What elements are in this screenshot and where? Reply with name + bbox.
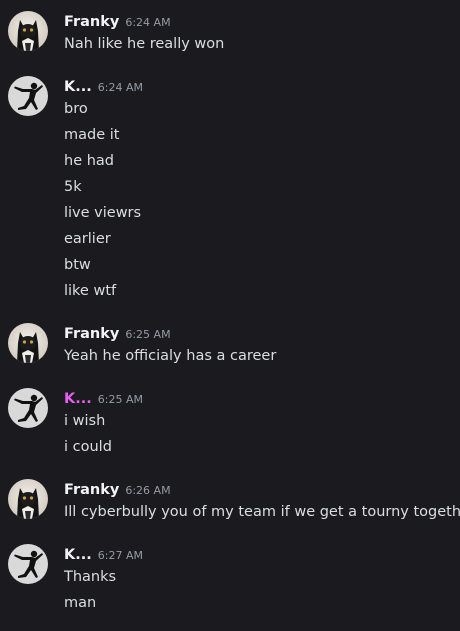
message-header: K... 6:25 AM <box>64 388 143 408</box>
message-text: i could <box>64 439 112 455</box>
username[interactable]: Franky <box>64 482 119 498</box>
message-text: i wish <box>64 413 106 429</box>
message-lines: Nah like he really won <box>64 31 224 57</box>
message-text: btw <box>64 257 91 273</box>
message-text: earlier <box>64 231 111 247</box>
dancer-silhouette-avatar-icon[interactable] <box>8 76 48 116</box>
message-text: bro <box>64 101 88 117</box>
username[interactable]: K... <box>64 547 92 563</box>
message-text: Nah like he really won <box>64 36 225 52</box>
message-text: made it <box>64 127 120 143</box>
message-text: Thanks <box>64 569 117 585</box>
message-header: Franky 6:26 AM <box>64 479 171 499</box>
message-lines: Yeah he officialy has a career <box>64 343 276 369</box>
message-lines: i wish i could <box>64 408 112 460</box>
chat-message-list: Franky 6:24 AM Nah like he really won K..… <box>0 0 460 631</box>
username[interactable]: K... <box>64 79 92 95</box>
message-text: man <box>64 595 97 611</box>
message-lines: bro made it he had 5k live viewrs earlie… <box>64 96 141 304</box>
cat-avatar-icon[interactable] <box>8 323 48 363</box>
timestamp: 6:25 AM <box>125 328 171 341</box>
timestamp: 6:25 AM <box>97 393 143 406</box>
timestamp: 6:27 AM <box>97 549 143 562</box>
message-text: live viewrs <box>64 205 142 221</box>
message-lines: Ill cyberbully you of my team if we get … <box>64 499 460 525</box>
message-lines: Thanks man <box>64 564 116 616</box>
message-text: Ill cyberbully you of my team if we get … <box>64 504 460 520</box>
username[interactable]: Franky <box>64 326 119 342</box>
message-text: 5k <box>64 179 82 195</box>
message-header: K... 6:27 AM <box>64 544 143 564</box>
timestamp: 6:24 AM <box>97 81 143 94</box>
message-header: K... 6:24 AM <box>64 76 143 96</box>
dancer-silhouette-avatar-icon[interactable] <box>8 544 48 584</box>
username[interactable]: Franky <box>64 14 119 30</box>
message-header: Franky 6:24 AM <box>64 11 171 31</box>
timestamp: 6:26 AM <box>125 484 171 497</box>
cat-avatar-icon[interactable] <box>8 11 48 51</box>
dancer-silhouette-avatar-icon[interactable] <box>8 388 48 428</box>
message-header: Franky 6:25 AM <box>64 323 171 343</box>
timestamp: 6:24 AM <box>125 16 171 29</box>
message-text: like wtf <box>64 283 117 299</box>
username[interactable]: K... <box>64 391 92 407</box>
message-text: he had <box>64 153 114 169</box>
message-text: Yeah he officialy has a career <box>64 348 277 364</box>
cat-avatar-icon[interactable] <box>8 479 48 519</box>
